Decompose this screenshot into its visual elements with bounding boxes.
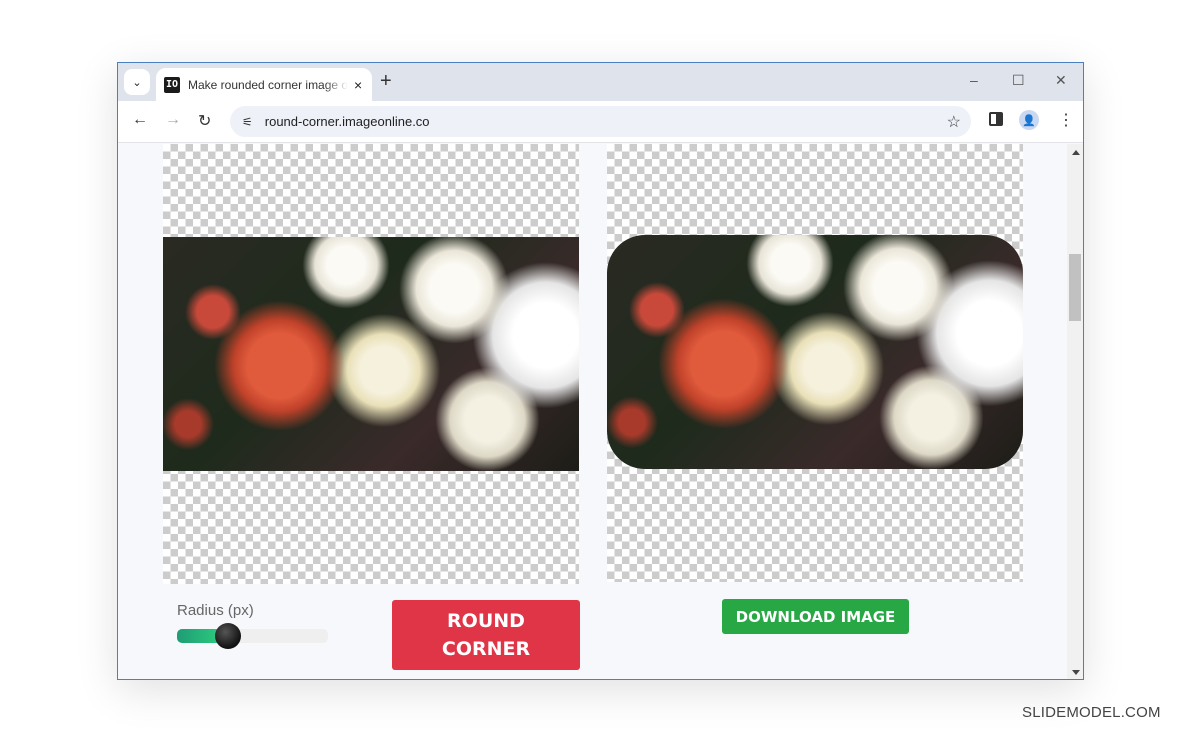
scroll-up-arrow-icon[interactable]	[1072, 150, 1080, 155]
tab-strip: ⌄ IO Make rounded corner image online × …	[118, 63, 1083, 101]
result-image-canvas	[607, 144, 1023, 582]
close-window-icon[interactable]: ✕	[1055, 72, 1067, 89]
scroll-down-arrow-icon[interactable]	[1072, 670, 1080, 675]
tab-search-button[interactable]: ⌄	[124, 69, 150, 95]
maximize-icon[interactable]: ☐	[1012, 72, 1025, 89]
radius-slider[interactable]	[177, 623, 328, 649]
watermark-text: SLIDEMODEL.COM	[1022, 704, 1161, 721]
site-info-icon[interactable]: ⚟	[242, 115, 253, 129]
original-flower-image	[163, 237, 579, 471]
browser-toolbar: ← → ↻ ⚟ round-corner.imageonline.co ☆ 👤 …	[118, 101, 1083, 143]
round-corner-button[interactable]: ROUND CORNER	[392, 600, 580, 670]
close-tab-icon[interactable]: ×	[354, 77, 362, 93]
url-text[interactable]: round-corner.imageonline.co	[265, 114, 430, 129]
radius-label: Radius (px)	[177, 602, 254, 619]
reload-icon[interactable]: ↻	[198, 111, 211, 131]
bookmark-star-icon[interactable]: ☆	[947, 112, 961, 132]
profile-avatar-icon[interactable]: 👤	[1019, 110, 1039, 130]
favicon-icon: IO	[164, 76, 180, 93]
tab-title: Make rounded corner image online	[188, 77, 348, 92]
browser-tab[interactable]: IO Make rounded corner image online ×	[156, 68, 372, 101]
slide-stage: ⌄ IO Make rounded corner image online × …	[0, 0, 1200, 743]
browser-window: ⌄ IO Make rounded corner image online × …	[117, 62, 1084, 680]
vertical-scrollbar[interactable]	[1067, 144, 1083, 679]
forward-icon[interactable]: →	[165, 111, 181, 129]
kebab-menu-icon[interactable]: ⋮	[1058, 110, 1074, 130]
download-image-button[interactable]: DOWNLOAD IMAGE	[722, 599, 909, 634]
scroll-thumb[interactable]	[1069, 254, 1081, 321]
slider-thumb[interactable]	[215, 623, 242, 649]
address-bar[interactable]: ⚟ round-corner.imageonline.co ☆	[230, 106, 971, 137]
back-icon[interactable]: ←	[132, 111, 148, 129]
page-content: Radius (px) ROUND CORNER DOWNLOAD IMAGE	[118, 144, 1067, 679]
minimize-icon[interactable]: –	[970, 72, 978, 88]
new-tab-icon[interactable]: +	[380, 71, 392, 91]
original-image-canvas	[163, 144, 579, 584]
rounded-flower-image	[607, 235, 1023, 469]
chevron-down-icon: ⌄	[132, 76, 142, 89]
side-panel-icon[interactable]	[989, 112, 1003, 126]
